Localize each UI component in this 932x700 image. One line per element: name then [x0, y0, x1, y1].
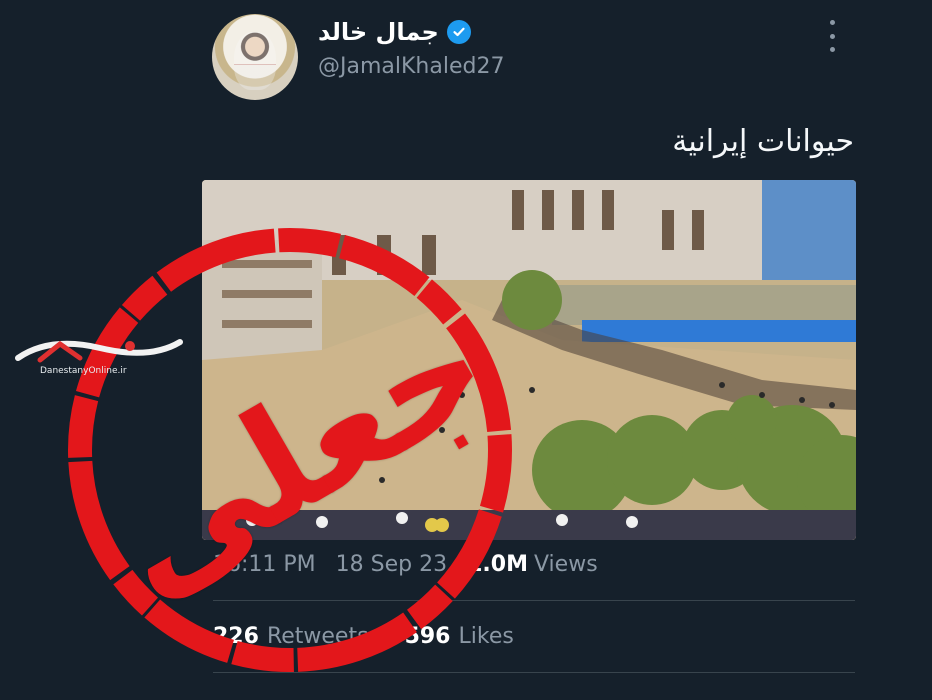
retweets-count: 226 [213, 624, 259, 649]
divider [213, 672, 855, 673]
divider [213, 600, 855, 601]
handle[interactable]: @JamalKhaled27 [318, 54, 504, 79]
views-count: 1.0M [467, 552, 528, 577]
tweet-text: حيوانات إيرانية [672, 124, 854, 159]
tweet-date[interactable]: 18 Sep 23 [336, 552, 447, 577]
watermark-text: DanestanyOnline.ir [40, 366, 127, 376]
watermark-logo: DanestanyOnline.ir [10, 330, 185, 380]
views-label: Views [533, 552, 598, 577]
likes-label: Likes [458, 624, 514, 649]
likes-count: 596 [404, 624, 451, 649]
likes-stat[interactable]: 596 Likes [405, 624, 514, 649]
verified-badge-icon [446, 20, 471, 44]
author-name-row[interactable]: جمال خالد [318, 18, 471, 46]
more-options-icon[interactable] [826, 20, 838, 52]
retweets-label: Retweets [266, 624, 369, 649]
avatar[interactable] [212, 14, 298, 100]
display-name[interactable]: جمال خالد [318, 18, 439, 46]
tweet-views[interactable]: 1.0M Views [467, 552, 598, 577]
tweet-stats: 226 Retweets 596 Likes [213, 624, 514, 649]
retweets-stat[interactable]: 226 Retweets [213, 624, 369, 649]
